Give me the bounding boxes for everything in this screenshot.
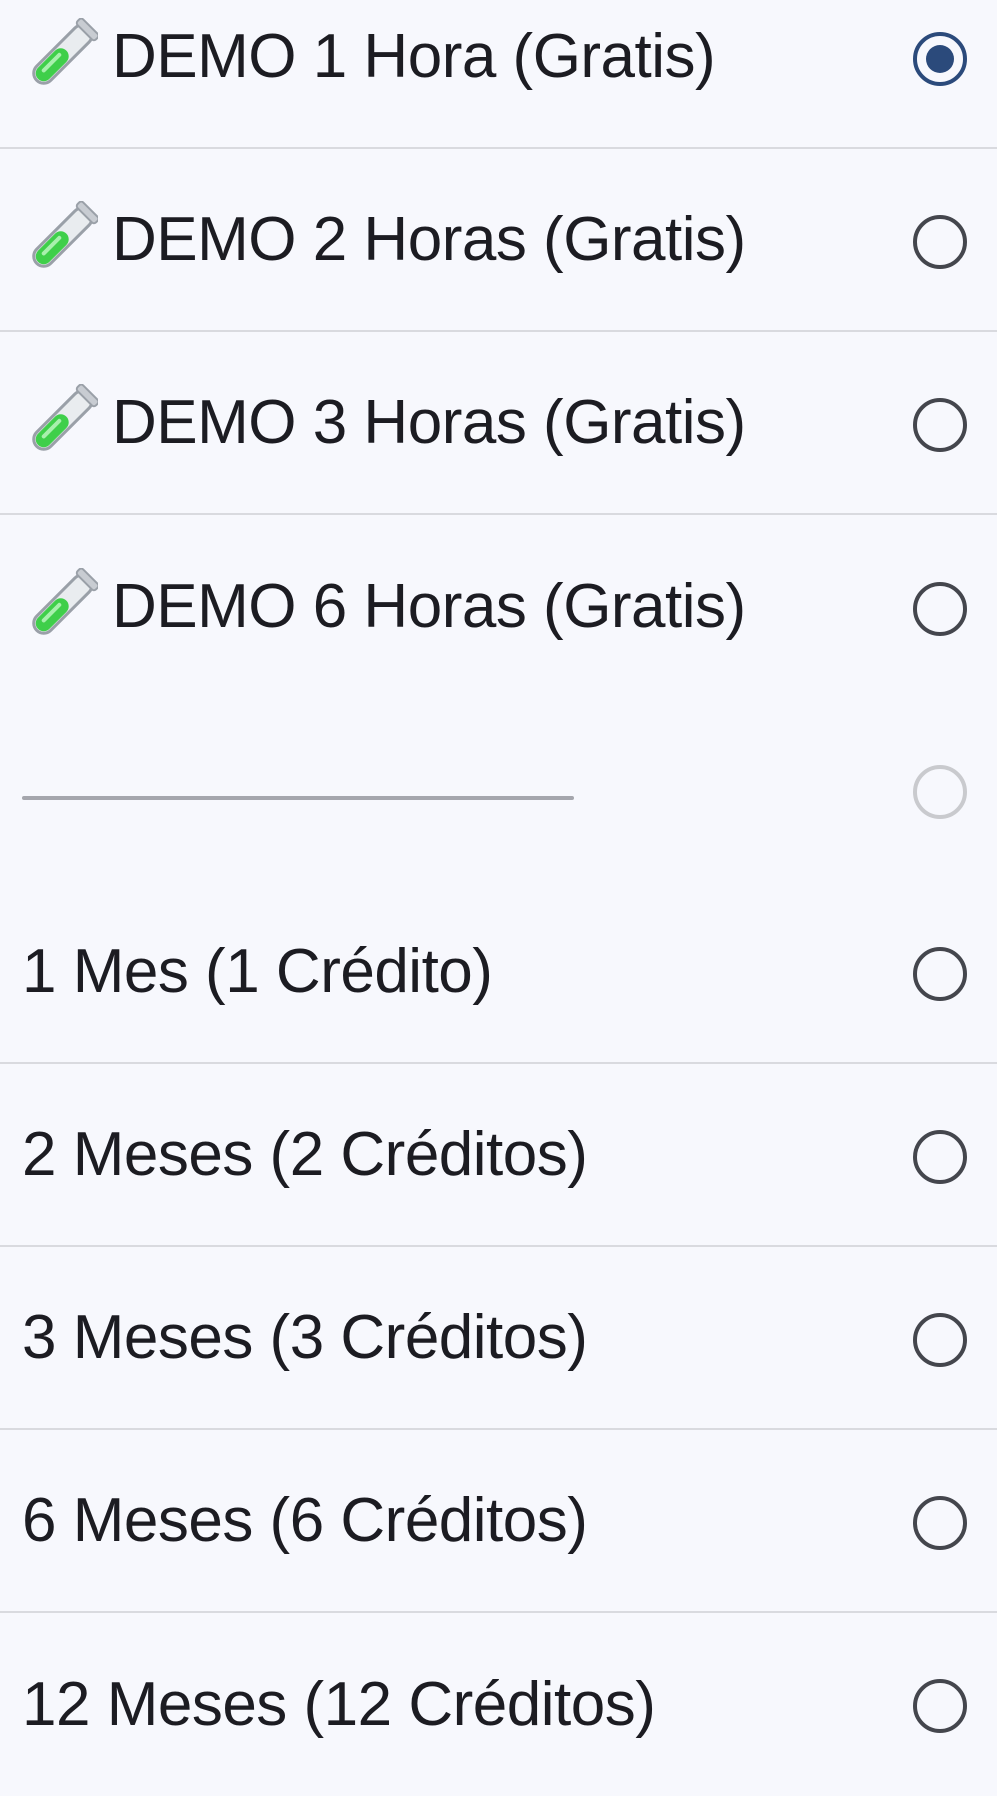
option-label: DEMO 1 Hora (Gratis)	[112, 21, 716, 91]
option-demo-3-horas[interactable]: DEMO 3 Horas (Gratis)	[0, 332, 997, 515]
radio-button[interactable]	[913, 1312, 967, 1367]
radio-button[interactable]	[913, 214, 967, 269]
option-label-wrap: 3 Meses (3 Créditos)	[22, 1247, 588, 1428]
test-tube-icon	[32, 383, 98, 451]
option-2-meses[interactable]: 2 Meses (2 Créditos)	[0, 1064, 997, 1247]
option-demo-6-horas[interactable]: DEMO 6 Horas (Gratis)	[0, 515, 997, 698]
option-demo-2-horas[interactable]: DEMO 2 Horas (Gratis)	[0, 149, 997, 332]
separator-line	[22, 795, 574, 800]
option-12-meses[interactable]: 12 Meses (12 Créditos)	[0, 1613, 997, 1765]
option-label: 12 Meses (12 Créditos)	[22, 1669, 656, 1739]
test-tube-icon	[32, 200, 98, 268]
option-label: DEMO 2 Horas (Gratis)	[112, 204, 746, 274]
option-label: 1 Mes (1 Crédito)	[22, 936, 493, 1006]
option-6-meses[interactable]: 6 Meses (6 Créditos)	[0, 1430, 997, 1613]
radio-button[interactable]	[913, 946, 967, 1001]
option-label-wrap: DEMO 1 Hora (Gratis)	[22, 0, 716, 147]
radio-button[interactable]	[913, 1129, 967, 1184]
option-label-wrap: DEMO 3 Horas (Gratis)	[22, 332, 746, 513]
option-label-wrap: DEMO 6 Horas (Gratis)	[22, 515, 746, 698]
radio-button[interactable]	[913, 1679, 967, 1733]
option-label-wrap: 6 Meses (6 Créditos)	[22, 1430, 588, 1611]
radio-button[interactable]	[913, 581, 967, 636]
test-tube-icon	[32, 567, 98, 635]
option-1-mes[interactable]: 1 Mes (1 Crédito)	[0, 881, 997, 1064]
option-label: DEMO 6 Horas (Gratis)	[112, 571, 746, 641]
option-label: 3 Meses (3 Créditos)	[22, 1302, 588, 1372]
plan-option-list: DEMO 1 Hora (Gratis) DEMO 2 Horas (Grati…	[0, 0, 997, 1765]
option-3-meses[interactable]: 3 Meses (3 Créditos)	[0, 1247, 997, 1430]
radio-button[interactable]	[913, 397, 967, 452]
option-label: 6 Meses (6 Créditos)	[22, 1485, 588, 1555]
option-label-wrap: 2 Meses (2 Créditos)	[22, 1064, 588, 1245]
radio-button[interactable]	[913, 1495, 967, 1550]
option-label-wrap: 1 Mes (1 Crédito)	[22, 881, 493, 1062]
option-label-wrap: DEMO 2 Horas (Gratis)	[22, 149, 746, 330]
radio-button-disabled	[913, 764, 967, 819]
option-demo-1-hora[interactable]: DEMO 1 Hora (Gratis)	[0, 0, 997, 149]
option-label-wrap: 12 Meses (12 Créditos)	[22, 1613, 656, 1796]
test-tube-icon	[32, 17, 98, 85]
option-label: 2 Meses (2 Créditos)	[22, 1119, 588, 1189]
option-label: DEMO 3 Horas (Gratis)	[112, 387, 746, 457]
radio-button[interactable]	[913, 31, 967, 86]
option-separator: —————————————	[0, 698, 997, 881]
